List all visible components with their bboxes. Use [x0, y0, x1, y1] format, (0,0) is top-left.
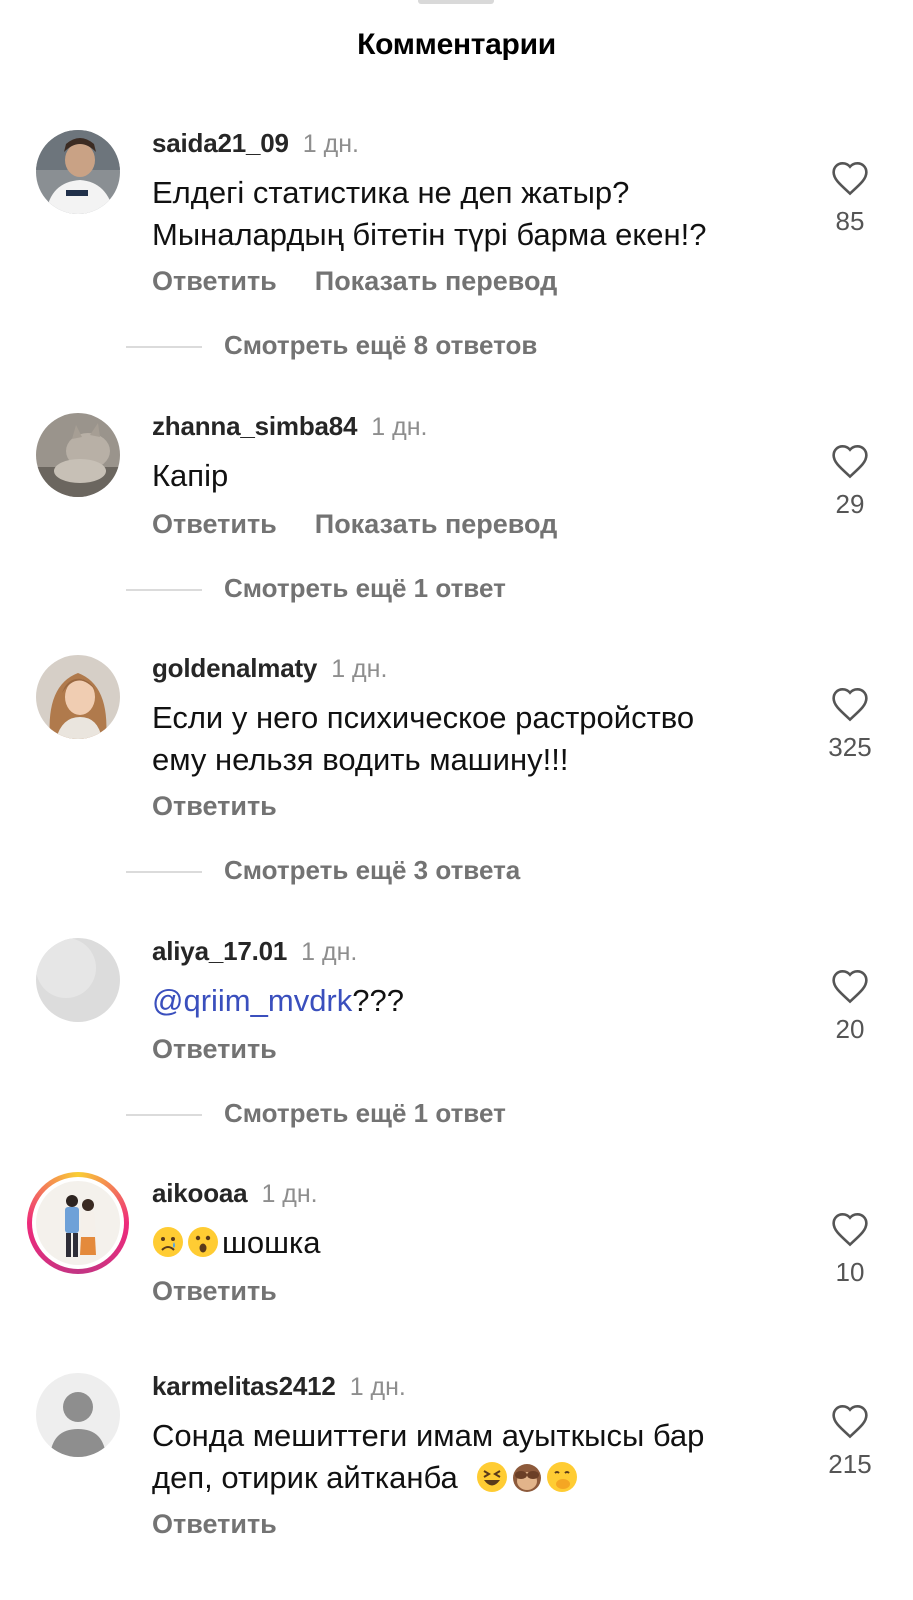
- avatar-with-story-ring[interactable]: [27, 1172, 129, 1274]
- comments-sheet: Комментарии saida21_09 1 дн. Елдегі стати…: [0, 0, 913, 1600]
- like-count: 10: [835, 1257, 865, 1287]
- comment-text-line: деп, отирик айтканба: [152, 1460, 458, 1495]
- username[interactable]: zhanna_simba84: [152, 411, 357, 441]
- comment-text-line: Если у него психическое растройство: [152, 700, 695, 735]
- page-title: Комментарии: [357, 28, 556, 61]
- view-replies-button[interactable]: Смотреть ещё 1 ответ: [126, 573, 506, 604]
- comment-text-tail: ???: [352, 983, 404, 1018]
- heart-icon[interactable]: [830, 160, 870, 196]
- avatar[interactable]: [36, 130, 120, 214]
- view-replies-button[interactable]: Смотреть ещё 1 ответ: [126, 1098, 506, 1129]
- grinning-squinting-face-icon: [477, 1462, 508, 1492]
- comment-text: Сонда мешиттеги имам ауыткысы бар деп, о…: [152, 1415, 792, 1499]
- crying-face-icon: [153, 1227, 183, 1257]
- divider-line: [126, 346, 202, 349]
- comment-text-line: Сонда мешиттеги имам ауыткысы бар: [152, 1418, 705, 1453]
- like-count: 215: [828, 1449, 872, 1479]
- show-translation-button[interactable]: Показать перевод: [315, 509, 558, 539]
- view-replies-button[interactable]: Смотреть ещё 3 ответа: [126, 855, 520, 886]
- divider-line: [126, 871, 202, 874]
- face-with-hand-over-mouth-icon: [547, 1462, 578, 1492]
- heart-icon[interactable]: [830, 968, 870, 1004]
- username[interactable]: karmelitas2412: [152, 1371, 336, 1401]
- comment-text-line: Капір: [152, 458, 229, 493]
- like-count: 325: [828, 732, 872, 762]
- see-no-evil-monkey-icon: [513, 1464, 542, 1492]
- view-replies-label: Смотреть ещё 1 ответ: [224, 573, 506, 603]
- user-mention-link[interactable]: @qriim_mvdrk: [152, 983, 352, 1018]
- like-button[interactable]: 20: [820, 968, 880, 1045]
- reply-button[interactable]: Ответить: [152, 791, 277, 821]
- heart-icon[interactable]: [830, 1403, 870, 1439]
- drag-handle[interactable]: [418, 0, 494, 4]
- heart-icon[interactable]: [830, 443, 870, 479]
- like-button[interactable]: 325: [820, 686, 880, 763]
- like-button[interactable]: 29: [820, 443, 880, 520]
- divider-line: [126, 1114, 202, 1117]
- comment-time: 1 дн.: [349, 1373, 406, 1401]
- view-replies-label: Смотреть ещё 1 ответ: [224, 1098, 506, 1128]
- view-replies-button[interactable]: Смотреть ещё 8 ответов: [126, 330, 537, 361]
- comment-text: Елдегі статистика не деп жатыр? Мыналард…: [152, 172, 792, 256]
- avatar[interactable]: [36, 655, 120, 739]
- comment-text-line: Мыналардың бітетін түрі барма екен!?: [152, 217, 707, 252]
- username[interactable]: goldenalmaty: [152, 653, 317, 683]
- username[interactable]: saida21_09: [152, 128, 289, 158]
- reply-button[interactable]: Ответить: [152, 266, 277, 296]
- comment-text: шошка: [152, 1222, 792, 1264]
- comment-text: @qriim_mvdrk???: [152, 980, 792, 1022]
- heart-icon[interactable]: [830, 686, 870, 722]
- like-count: 20: [835, 1014, 865, 1044]
- avatar[interactable]: [36, 938, 120, 1022]
- comment-time: 1 дн.: [301, 938, 358, 966]
- comment-time: 1 дн.: [302, 130, 359, 158]
- reply-button[interactable]: Ответить: [152, 1509, 277, 1539]
- reply-button[interactable]: Ответить: [152, 1276, 277, 1306]
- like-button[interactable]: 85: [820, 160, 880, 237]
- like-count: 29: [835, 489, 865, 519]
- avatar-default[interactable]: [36, 1373, 120, 1457]
- comment-text-line: Елдегі статистика не деп жатыр?: [152, 175, 630, 210]
- show-translation-button[interactable]: Показать перевод: [315, 266, 558, 296]
- username[interactable]: aliya_17.01: [152, 936, 287, 966]
- like-count: 85: [835, 206, 865, 236]
- like-button[interactable]: 215: [820, 1403, 880, 1480]
- username[interactable]: aikooaa: [152, 1178, 248, 1208]
- comment-time: 1 дн.: [261, 1180, 318, 1208]
- comment-text: Если у него психическое растройство ему …: [152, 697, 792, 781]
- like-button[interactable]: 10: [820, 1211, 880, 1288]
- reply-button[interactable]: Ответить: [152, 1034, 277, 1064]
- heart-icon[interactable]: [830, 1211, 870, 1247]
- divider-line: [126, 589, 202, 592]
- comment-time: 1 дн.: [371, 413, 428, 441]
- comment-text: Капір: [152, 455, 792, 497]
- avatar[interactable]: [36, 413, 120, 497]
- view-replies-label: Смотреть ещё 3 ответа: [224, 855, 521, 885]
- comment-text-body: шошка: [222, 1225, 321, 1260]
- view-replies-label: Смотреть ещё 8 ответов: [224, 330, 538, 360]
- reply-button[interactable]: Ответить: [152, 509, 277, 539]
- astonished-face-icon: [188, 1227, 218, 1257]
- comment-text-line: ему нельзя водить машину!!!: [152, 742, 569, 777]
- comment-time: 1 дн.: [331, 655, 388, 683]
